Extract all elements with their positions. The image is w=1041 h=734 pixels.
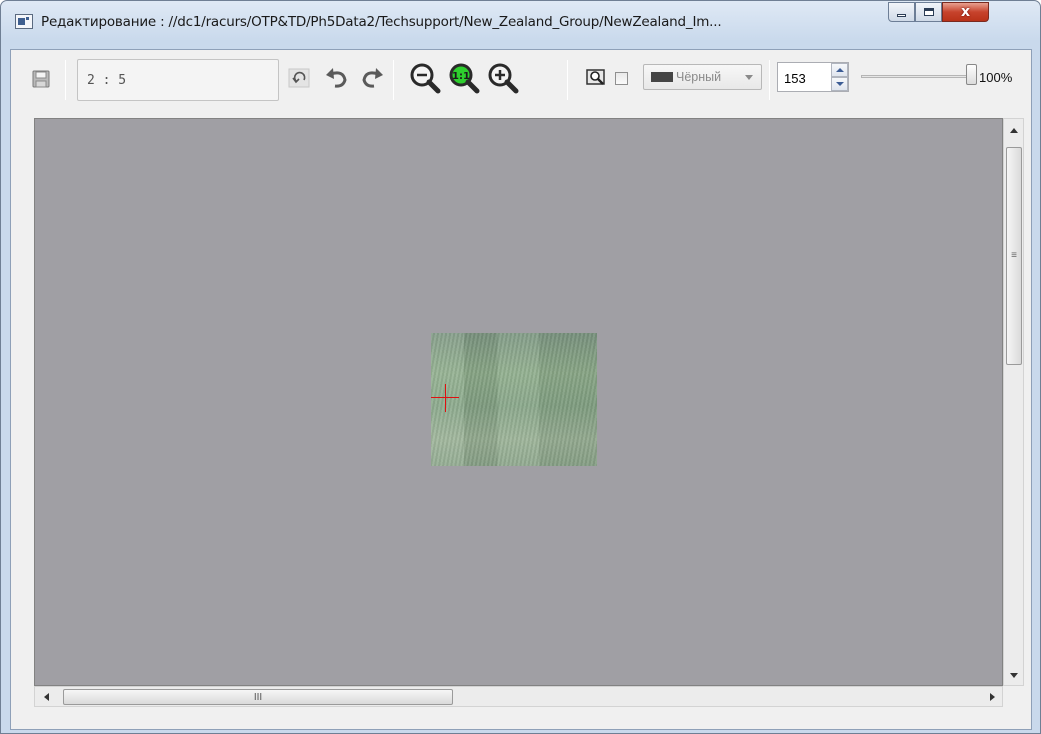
spin-buttons xyxy=(831,63,848,91)
spin-down-button[interactable] xyxy=(831,77,848,91)
zoom-actual-size-button[interactable]: 1:1 xyxy=(446,60,482,96)
toolbar-separator xyxy=(567,60,568,100)
minimize-icon xyxy=(897,13,906,17)
horizontal-scroll-thumb[interactable]: III xyxy=(63,689,453,705)
grip-icon: ≡ xyxy=(1011,250,1017,261)
color-select[interactable]: Чёрный xyxy=(643,64,762,90)
save-button[interactable] xyxy=(31,69,51,89)
image-canvas[interactable] xyxy=(34,118,1003,686)
close-button[interactable]: x xyxy=(942,2,989,22)
crosshair-cursor xyxy=(445,384,446,412)
scroll-corner xyxy=(1003,686,1024,707)
save-icon xyxy=(32,70,50,88)
scroll-up-icon[interactable] xyxy=(1010,128,1018,133)
undo-button[interactable] xyxy=(322,64,352,92)
zoom-fit-icon: 1:1 xyxy=(449,63,480,94)
zoom-slider-thumb[interactable] xyxy=(966,64,977,85)
title-bar[interactable]: Редактирование : //dc1/racurs/OTP&TD/Ph5… xyxy=(1,1,1040,45)
grip-icon: III xyxy=(253,691,263,703)
magnifier-checkbox[interactable] xyxy=(615,72,628,85)
close-icon: x xyxy=(960,4,971,20)
zoom-out-icon xyxy=(410,63,441,94)
toolbar-separator xyxy=(769,60,770,100)
redo-button[interactable] xyxy=(357,64,387,92)
magnifier-icon xyxy=(586,69,605,85)
point-counter-field[interactable]: 2 : 5 xyxy=(77,59,279,101)
svg-text:1:1: 1:1 xyxy=(452,71,470,82)
undo-icon xyxy=(326,68,347,88)
maximize-button[interactable] xyxy=(915,2,942,22)
size-spinbox-value: 153 xyxy=(784,71,806,86)
scroll-down-icon[interactable] xyxy=(1010,673,1018,678)
zoom-slider-track[interactable] xyxy=(861,75,971,78)
vertical-scroll-thumb[interactable]: ≡ xyxy=(1006,147,1022,365)
toolbar-separator xyxy=(65,60,66,100)
app-icon xyxy=(15,14,33,29)
color-select-label: Чёрный xyxy=(676,70,722,84)
scroll-right-icon[interactable] xyxy=(990,693,995,701)
editor-window: Редактирование : //dc1/racurs/OTP&TD/Ph5… xyxy=(0,0,1041,734)
zoom-in-button[interactable] xyxy=(485,60,521,96)
reset-button[interactable] xyxy=(287,67,311,89)
color-swatch xyxy=(651,72,673,82)
size-spinbox[interactable]: 153 xyxy=(777,62,849,92)
spin-up-button[interactable] xyxy=(831,63,848,77)
magnifier-button[interactable] xyxy=(585,67,609,89)
zoom-in-icon xyxy=(488,63,519,94)
toolbar-separator xyxy=(393,60,394,100)
client-area: 2 : 5 1:1 Чёрный 153 100% ≡ III xyxy=(10,49,1032,730)
redo-icon xyxy=(362,68,383,88)
maximize-icon xyxy=(923,8,934,16)
horizontal-scrollbar[interactable]: III xyxy=(34,686,1003,707)
vertical-scrollbar[interactable]: ≡ xyxy=(1003,118,1024,686)
image-fragment xyxy=(431,333,597,466)
reset-icon xyxy=(288,68,310,88)
minimize-button[interactable] xyxy=(888,2,915,22)
zoom-percent-label: 100% xyxy=(979,70,1013,85)
toolbar: 2 : 5 1:1 Чёрный 153 100% xyxy=(11,50,1031,108)
chevron-down-icon xyxy=(745,75,753,80)
zoom-out-button[interactable] xyxy=(407,60,443,96)
scroll-left-icon[interactable] xyxy=(44,693,49,701)
window-title: Редактирование : //dc1/racurs/OTP&TD/Ph5… xyxy=(41,14,722,30)
